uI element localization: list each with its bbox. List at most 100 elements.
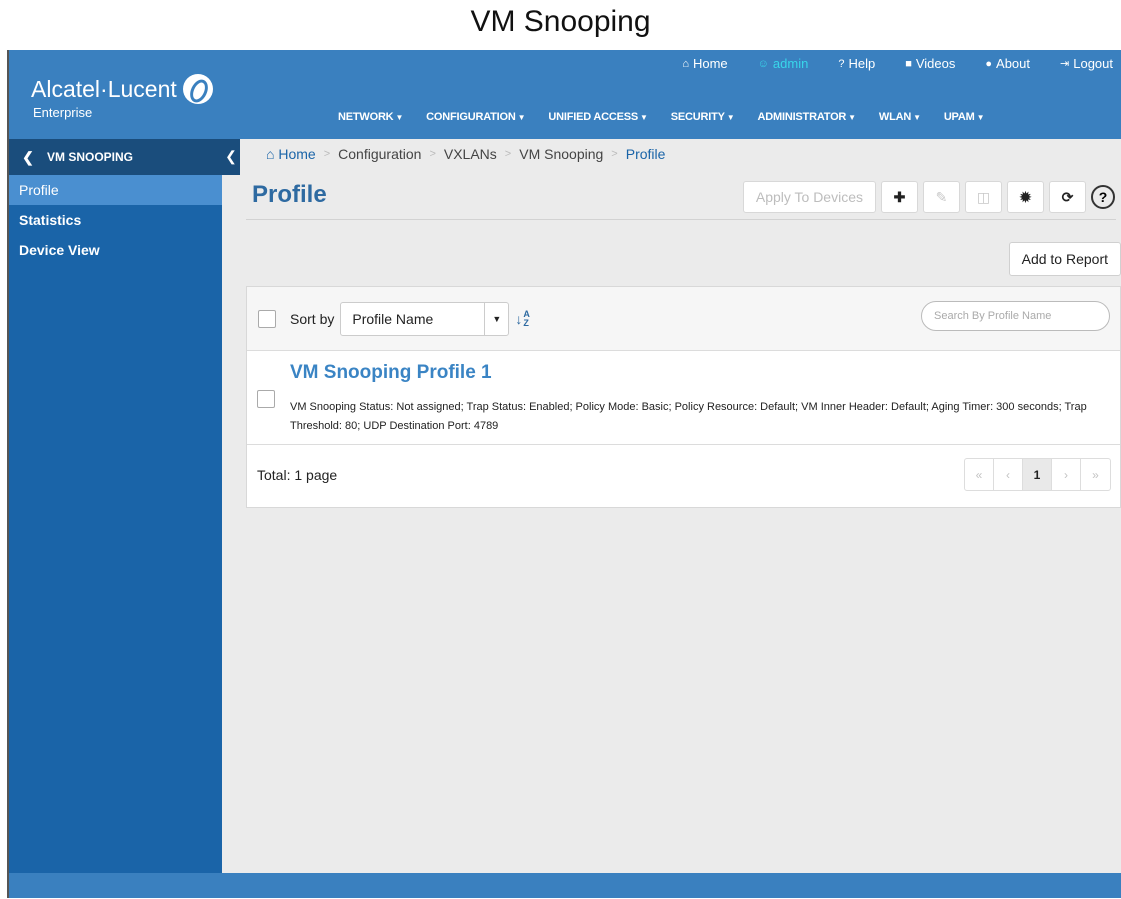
bottom-bar bbox=[9, 873, 1121, 898]
top-link-home[interactable]: ⌂ Home bbox=[682, 56, 727, 71]
top-link-label: Home bbox=[692, 56, 728, 71]
divider bbox=[246, 219, 1116, 220]
help-icon: ? bbox=[838, 57, 845, 70]
sidebar-item-statistics[interactable]: Statistics bbox=[9, 205, 222, 235]
page-number-button[interactable]: 1 bbox=[1023, 459, 1052, 490]
home-icon: ⌂ bbox=[682, 57, 689, 70]
chevron-down-icon: ▼ bbox=[976, 113, 985, 122]
nav-label: CONFIGURATION bbox=[426, 111, 516, 123]
apply-to-devices-button[interactable]: Apply To Devices bbox=[742, 181, 876, 213]
nav-administrator[interactable]: ADMINISTRATOR ▼ bbox=[757, 111, 857, 123]
breadcrumb-current: Profile bbox=[625, 146, 666, 162]
refresh-icon: ⟳ bbox=[1061, 188, 1074, 205]
chevron-down-icon: ▼ bbox=[913, 113, 921, 122]
chevron-down-icon: ▼ bbox=[484, 302, 508, 335]
edit-button[interactable]: ✎ bbox=[923, 181, 960, 213]
prev-page-button[interactable]: ‹ bbox=[994, 459, 1023, 490]
nav-label: UPAM bbox=[943, 111, 975, 123]
plus-icon: ✚ bbox=[893, 188, 906, 205]
brand-logo[interactable]: Alcatel·Lucent Enterprise bbox=[31, 74, 213, 120]
chevron-left-icon: ❮ bbox=[225, 148, 237, 164]
breadcrumb: ⌂ Home > Configuration > VXLANs > VM Sno… bbox=[266, 146, 665, 162]
sidebar-title: VM SNOOPING bbox=[47, 150, 134, 164]
collapse-sidebar-button[interactable]: ❮ bbox=[222, 139, 240, 175]
info-icon: ● bbox=[985, 57, 993, 70]
top-link-videos[interactable]: ■ Videos bbox=[905, 56, 955, 71]
breadcrumb-separator: > bbox=[323, 148, 331, 160]
home-icon: ⌂ bbox=[266, 146, 275, 162]
nav-label: ADMINISTRATOR bbox=[757, 111, 847, 123]
profile-description: VM Snooping Status: Not assigned; Trap S… bbox=[290, 401, 1087, 432]
sidebar-item-device-view[interactable]: Device View bbox=[9, 235, 222, 265]
nav-wlan[interactable]: WLAN ▼ bbox=[879, 111, 921, 123]
top-header: Alcatel·Lucent Enterprise ⌂ Home ☺ admin ?… bbox=[9, 50, 1121, 139]
nav-label: WLAN bbox=[878, 111, 912, 123]
top-link-label: Videos bbox=[915, 56, 956, 71]
top-link-logout[interactable]: ⇥ Logout bbox=[1060, 56, 1113, 71]
breadcrumb-home[interactable]: ⌂ Home bbox=[266, 146, 316, 162]
profile-name-link[interactable]: VM Snooping Profile 1 bbox=[290, 362, 492, 384]
sidebar: ❮ VM SNOOPING Profile Statistics Device … bbox=[9, 139, 222, 873]
top-link-label: Help bbox=[848, 56, 876, 71]
page-title: Profile bbox=[252, 181, 327, 208]
chevron-down-icon: ▼ bbox=[517, 113, 526, 122]
chevron-left-icon[interactable]: ❮ bbox=[9, 149, 47, 166]
top-link-admin[interactable]: ☺ admin bbox=[758, 56, 809, 71]
top-link-help[interactable]: ? Help bbox=[838, 56, 875, 71]
breadcrumb-item[interactable]: VM Snooping bbox=[519, 146, 603, 162]
brand-subtitle: Enterprise bbox=[33, 105, 93, 120]
pagination: « ‹ 1 › » bbox=[964, 458, 1111, 491]
add-to-report-button[interactable]: Add to Report bbox=[1008, 242, 1121, 276]
first-page-button[interactable]: « bbox=[965, 459, 994, 490]
top-links: ⌂ Home ☺ admin ? Help ■ Videos ● About ⇥ Logou… bbox=[652, 56, 1113, 71]
logout-icon: ⇥ bbox=[1060, 58, 1070, 70]
top-link-label: admin bbox=[772, 56, 809, 71]
nav-upam[interactable]: UPAM ▼ bbox=[944, 111, 985, 123]
nav-unified-access[interactable]: UNIFIED ACCESS ▼ bbox=[548, 111, 648, 123]
sidebar-header[interactable]: ❮ VM SNOOPING bbox=[9, 139, 222, 175]
help-button[interactable]: ? bbox=[1091, 185, 1115, 209]
main-content: ⌂ Home > Configuration > VXLANs > VM Sno… bbox=[240, 139, 1121, 873]
nav-label: NETWORK bbox=[338, 111, 394, 123]
last-page-button[interactable]: » bbox=[1081, 459, 1110, 490]
chevron-down-icon: ▼ bbox=[726, 113, 735, 122]
refresh-button[interactable]: ⟳ bbox=[1049, 181, 1086, 213]
brand-name: Alcatel·Lucent bbox=[31, 75, 177, 102]
edit-icon: ✎ bbox=[935, 188, 948, 205]
add-button[interactable]: ✚ bbox=[881, 181, 918, 213]
search-input[interactable]: Search By Profile Name bbox=[921, 301, 1110, 331]
sort-select[interactable]: Profile Name ▼ bbox=[340, 301, 510, 336]
nav-label: SECURITY bbox=[670, 111, 725, 123]
next-page-button[interactable]: › bbox=[1052, 459, 1081, 490]
nav-security[interactable]: SECURITY ▼ bbox=[671, 111, 735, 123]
breadcrumb-item[interactable]: VXLANs bbox=[444, 146, 497, 162]
breadcrumb-item[interactable]: Configuration bbox=[338, 146, 421, 162]
app-window: Alcatel·Lucent Enterprise ⌂ Home ☺ admin ?… bbox=[7, 50, 1121, 898]
top-link-about[interactable]: ● About bbox=[985, 56, 1030, 71]
sort-bar: Sort by Profile Name ▼ ↓ AZ Search By Pr… bbox=[247, 287, 1120, 351]
breadcrumb-separator: > bbox=[504, 148, 512, 160]
gear-icon: ✹ bbox=[1019, 188, 1032, 205]
settings-button[interactable]: ✹ bbox=[1007, 181, 1044, 213]
chevron-down-icon: ▼ bbox=[848, 113, 856, 122]
sort-direction-button[interactable]: ↓ AZ bbox=[515, 308, 530, 328]
brand-mark-icon bbox=[182, 74, 213, 104]
delete-button[interactable]: ◫ bbox=[965, 181, 1002, 213]
main-nav: NETWORK ▼ CONFIGURATION ▼ UNIFIED ACCESS ▼ … bbox=[338, 111, 1007, 123]
select-all-checkbox[interactable] bbox=[258, 309, 276, 328]
list-item[interactable]: VM Snooping Profile 1 VM Snooping Status… bbox=[247, 351, 1120, 445]
breadcrumb-separator: > bbox=[429, 148, 436, 160]
profile-list-panel: Sort by Profile Name ▼ ↓ AZ Search By Pr… bbox=[246, 286, 1121, 508]
breadcrumb-separator: > bbox=[611, 148, 618, 160]
nav-network[interactable]: NETWORK ▼ bbox=[338, 111, 403, 123]
row-checkbox[interactable] bbox=[257, 390, 275, 408]
page-total: Total: 1 page bbox=[257, 467, 338, 483]
chevron-down-icon: ▼ bbox=[640, 113, 648, 122]
top-link-label: About bbox=[996, 56, 1031, 71]
nav-configuration[interactable]: CONFIGURATION ▼ bbox=[426, 111, 525, 123]
breadcrumb-home-label: Home bbox=[278, 146, 316, 162]
sidebar-item-profile[interactable]: Profile bbox=[9, 175, 222, 205]
sort-arrow-icon: ↓ bbox=[515, 310, 523, 327]
chevron-down-icon: ▼ bbox=[395, 113, 404, 122]
sort-az-icon: AZ bbox=[523, 308, 530, 328]
